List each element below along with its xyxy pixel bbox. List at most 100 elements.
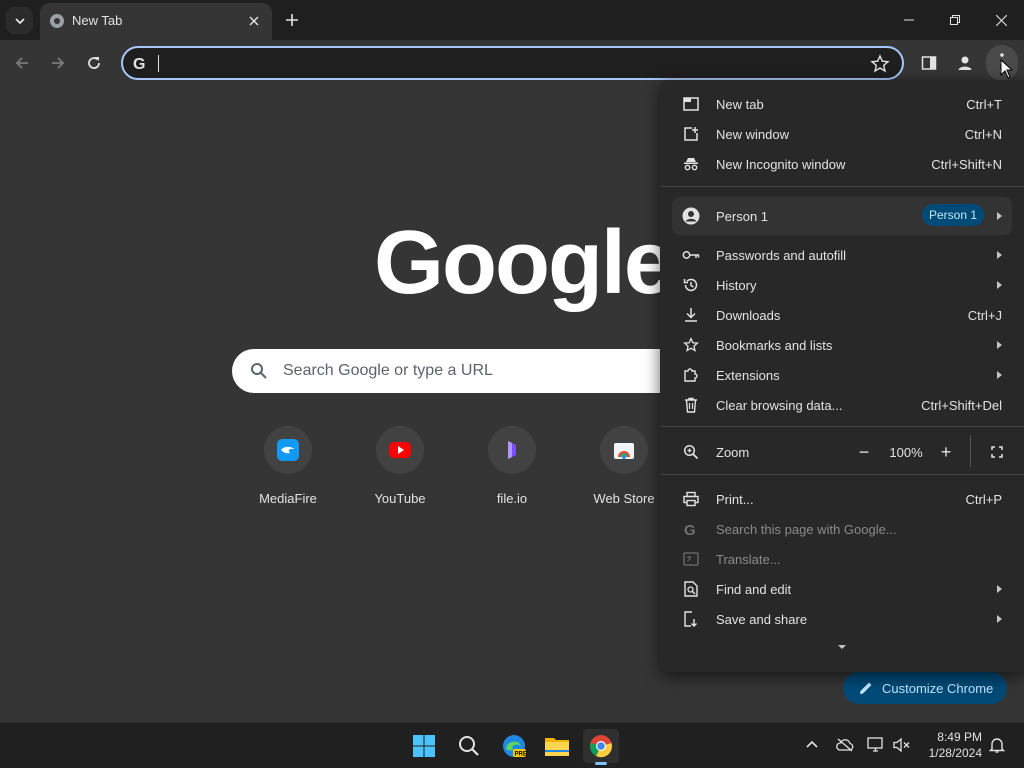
tab-new-tab[interactable]: New Tab bbox=[40, 3, 272, 40]
zoom-icon bbox=[682, 443, 700, 461]
svg-text:G: G bbox=[684, 522, 696, 537]
submenu-arrow-icon bbox=[997, 341, 1002, 349]
taskbar-file-explorer[interactable] bbox=[539, 729, 575, 763]
taskbar-clock[interactable]: 8:49 PM 1/28/2024 bbox=[920, 729, 982, 761]
restore-button[interactable] bbox=[932, 0, 978, 40]
tab-search-button[interactable] bbox=[6, 7, 33, 34]
mouse-cursor-icon bbox=[1000, 59, 1014, 79]
back-button[interactable] bbox=[10, 51, 34, 75]
shortcut-mediafire[interactable]: MediaFire bbox=[232, 426, 344, 506]
fullscreen-icon bbox=[991, 446, 1003, 458]
pencil-icon bbox=[860, 682, 872, 694]
new-window-icon bbox=[682, 125, 700, 143]
chevron-up-icon bbox=[806, 740, 818, 748]
history-icon bbox=[682, 276, 700, 294]
menu-item-new-tab[interactable]: New tab Ctrl+T bbox=[660, 89, 1024, 119]
back-arrow-icon bbox=[15, 57, 28, 69]
menu-item-clear-browsing-data[interactable]: Clear browsing data... Ctrl+Shift+Del bbox=[660, 390, 1024, 420]
translate-icon bbox=[682, 550, 700, 568]
chrome-menu-button[interactable] bbox=[986, 45, 1018, 81]
taskbar-search-button[interactable] bbox=[451, 729, 487, 763]
bookmark-star-icon[interactable] bbox=[870, 54, 890, 74]
text-caret bbox=[158, 55, 159, 72]
shortcut-label: MediaFire bbox=[259, 491, 317, 506]
zoom-in-button[interactable]: + bbox=[935, 441, 957, 463]
shortcut-label: file.io bbox=[496, 491, 528, 506]
minimize-button[interactable] bbox=[886, 0, 932, 40]
close-icon bbox=[995, 14, 1007, 26]
customize-chrome-label: Customize Chrome bbox=[882, 680, 994, 696]
fullscreen-button[interactable] bbox=[986, 441, 1008, 463]
bell-icon bbox=[989, 738, 1005, 753]
submenu-arrow-icon bbox=[997, 585, 1002, 593]
menu-item-translate[interactable]: Translate... bbox=[660, 544, 1024, 574]
menu-item-search-page-google[interactable]: G Search this page with Google... bbox=[660, 514, 1024, 544]
menu-item-save-share[interactable]: Save and share bbox=[660, 604, 1024, 634]
zoom-out-button[interactable]: − bbox=[853, 441, 875, 463]
menu-separator bbox=[660, 474, 1024, 475]
reload-button[interactable] bbox=[82, 51, 106, 75]
google-g-icon: G bbox=[682, 520, 700, 538]
shortcut-label: YouTube bbox=[374, 491, 426, 506]
customize-chrome-button[interactable]: Customize Chrome bbox=[843, 672, 1007, 704]
menu-item-print[interactable]: Print... Ctrl+P bbox=[660, 484, 1024, 514]
menu-item-downloads[interactable]: Downloads Ctrl+J bbox=[660, 300, 1024, 330]
active-app-indicator bbox=[595, 762, 607, 765]
save-share-icon bbox=[682, 610, 700, 628]
restore-icon bbox=[950, 15, 960, 25]
key-icon bbox=[682, 246, 700, 264]
side-panel-button[interactable] bbox=[918, 52, 940, 74]
profile-button[interactable] bbox=[954, 52, 976, 74]
forward-button[interactable] bbox=[46, 51, 70, 75]
shortcut-fileio[interactable]: file.io bbox=[456, 426, 568, 506]
volume-button[interactable] bbox=[892, 735, 912, 755]
menu-item-zoom: Zoom − 100% + bbox=[660, 435, 1024, 467]
submenu-arrow-icon bbox=[997, 371, 1002, 379]
menu-item-passwords-autofill[interactable]: Passwords and autofill bbox=[660, 240, 1024, 270]
new-tab-icon bbox=[682, 95, 700, 113]
svg-text:G: G bbox=[133, 56, 145, 72]
submenu-arrow-icon bbox=[997, 615, 1002, 623]
taskbar-edge-preview[interactable]: PRE bbox=[496, 729, 532, 763]
tray-overflow-button[interactable] bbox=[802, 735, 822, 755]
chrome-favicon-icon bbox=[50, 14, 64, 28]
plus-icon bbox=[286, 14, 298, 26]
download-icon bbox=[682, 306, 700, 324]
tab-close-button[interactable] bbox=[244, 11, 264, 31]
chrome-icon bbox=[590, 735, 612, 758]
network-button[interactable] bbox=[866, 735, 886, 755]
menu-item-history[interactable]: History bbox=[660, 270, 1024, 300]
menu-item-new-incognito-window[interactable]: New Incognito window Ctrl+Shift+N bbox=[660, 149, 1024, 179]
menu-item-new-window[interactable]: New window Ctrl+N bbox=[660, 119, 1024, 149]
address-bar[interactable]: G bbox=[121, 46, 904, 80]
volume-muted-icon bbox=[893, 737, 910, 753]
taskbar-chrome[interactable] bbox=[583, 729, 619, 765]
search-placeholder: Search Google or type a URL bbox=[283, 362, 493, 379]
onedrive-button[interactable] bbox=[835, 735, 855, 755]
zoom-divider bbox=[970, 435, 971, 467]
scroll-more-icon[interactable] bbox=[838, 645, 846, 649]
google-logo: Google bbox=[374, 213, 674, 313]
svg-text:PRE: PRE bbox=[515, 752, 527, 758]
title-bar: New Tab bbox=[0, 0, 1024, 40]
puzzle-icon bbox=[682, 366, 700, 384]
menu-item-extensions[interactable]: Extensions bbox=[660, 360, 1024, 390]
search-icon bbox=[459, 736, 479, 756]
new-tab-button[interactable] bbox=[280, 8, 304, 32]
close-window-button[interactable] bbox=[978, 0, 1024, 40]
profile-icon bbox=[958, 56, 972, 70]
submenu-arrow-icon bbox=[997, 251, 1002, 259]
shortcut-youtube[interactable]: YouTube bbox=[344, 426, 456, 506]
menu-item-find-edit[interactable]: Find and edit bbox=[660, 574, 1024, 604]
person-icon bbox=[682, 207, 700, 225]
menu-separator bbox=[660, 186, 1024, 187]
profile-chip: Person 1 bbox=[922, 204, 984, 226]
search-icon bbox=[251, 363, 267, 379]
chrome-menu: New tab Ctrl+T New window Ctrl+N New Inc… bbox=[660, 80, 1024, 672]
notifications-button[interactable] bbox=[987, 735, 1007, 755]
profile-label: Person 1 bbox=[716, 209, 769, 224]
start-button[interactable] bbox=[406, 729, 442, 763]
star-icon bbox=[682, 336, 700, 354]
menu-item-profile[interactable]: Person 1 Person 1 bbox=[672, 197, 1012, 235]
menu-item-bookmarks-lists[interactable]: Bookmarks and lists bbox=[660, 330, 1024, 360]
